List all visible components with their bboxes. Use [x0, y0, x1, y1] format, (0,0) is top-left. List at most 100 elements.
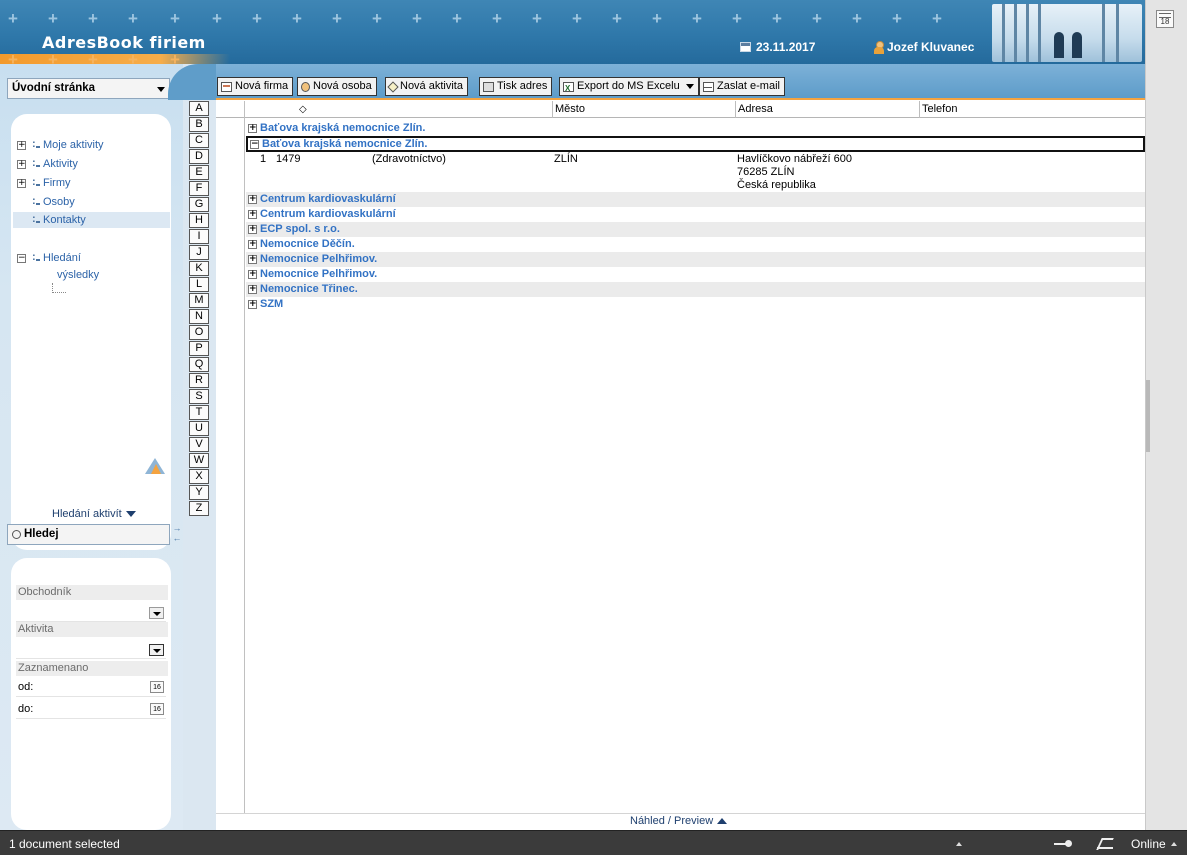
new-activity-button[interactable]: Nová aktivita — [385, 77, 468, 96]
collapse-icon[interactable]: − — [17, 253, 26, 263]
new-person-button[interactable]: Nová osoba — [297, 77, 377, 96]
calendar-icon[interactable]: 16 — [150, 681, 164, 693]
expand-icon[interactable]: + — [248, 300, 257, 309]
group-row-selected[interactable]: − Baťova krajská nemocnice Zlín. — [246, 136, 1145, 152]
expand-icon[interactable]: + — [17, 178, 26, 188]
letter-button-x[interactable]: X — [189, 469, 209, 484]
column-header-sort[interactable]: ◇ — [244, 101, 554, 118]
letter-button-n[interactable]: N — [189, 309, 209, 324]
print-addresses-label: Tisk adres — [497, 80, 548, 92]
tree-item-search[interactable]: − Hledání — [17, 249, 81, 266]
column-header-address[interactable]: Adresa — [735, 101, 919, 118]
letter-button-i[interactable]: I — [189, 229, 209, 244]
letter-button-o[interactable]: O — [189, 325, 209, 340]
letter-button-s[interactable]: S — [189, 389, 209, 404]
tree-item-results[interactable]: výsledky — [57, 267, 99, 283]
tree-item-companies[interactable]: + Firmy — [17, 174, 71, 191]
letter-button-d[interactable]: D — [189, 149, 209, 164]
signature-icon[interactable] — [1097, 838, 1115, 850]
expand-icon[interactable]: + — [248, 285, 257, 294]
expand-icon[interactable]: + — [248, 210, 257, 219]
letter-button-w[interactable]: W — [189, 453, 209, 468]
group-row[interactable]: + Nemocnice Pelhřimov. — [246, 252, 1145, 267]
tree-item-persons[interactable]: Osoby — [17, 193, 75, 210]
letter-button-q[interactable]: Q — [189, 357, 209, 372]
letter-button-h[interactable]: H — [189, 213, 209, 228]
letter-button-y[interactable]: Y — [189, 485, 209, 500]
decor-plus-icon: + — [692, 9, 702, 28]
group-row[interactable]: + Centrum kardiovaskulární — [246, 192, 1145, 207]
sort-icon: ◇ — [299, 104, 307, 115]
group-row[interactable]: + Nemocnice Třinec. — [246, 282, 1145, 297]
print-addresses-button[interactable]: Tisk adres — [479, 77, 553, 96]
calendar-icon[interactable]: 16 — [150, 703, 164, 715]
group-row[interactable]: + SZM — [246, 297, 1145, 312]
activity-select[interactable] — [16, 642, 166, 659]
group-row[interactable]: + Nemocnice Děčín. — [246, 237, 1145, 252]
group-row[interactable]: + Nemocnice Pelhřimov. — [246, 267, 1145, 282]
expand-icon[interactable]: + — [17, 140, 26, 150]
letter-button-m[interactable]: M — [189, 293, 209, 308]
letter-button-l[interactable]: L — [189, 277, 209, 292]
expand-icon[interactable]: + — [248, 255, 257, 264]
letter-button-g[interactable]: G — [189, 197, 209, 212]
tree-item-contacts[interactable]: Kontakty — [13, 211, 170, 228]
view-select[interactable]: Úvodní stránka — [7, 78, 170, 99]
chevron-down-icon[interactable] — [685, 84, 694, 89]
letter-button-v[interactable]: V — [189, 437, 209, 452]
tree-item-activities[interactable]: + Aktivity — [17, 155, 78, 172]
detail-number[interactable]: 1479 — [276, 153, 300, 166]
letter-button-j[interactable]: J — [189, 245, 209, 260]
letter-button-z[interactable]: Z — [189, 501, 209, 516]
expand-icon[interactable]: + — [248, 195, 257, 204]
expand-icon[interactable]: + — [248, 240, 257, 249]
tree-item-label: Aktivity — [43, 158, 78, 170]
group-row[interactable]: + ECP spol. s r.o. — [246, 222, 1145, 237]
group-row[interactable]: + Baťova krajská nemocnice Zlín. — [246, 121, 1145, 136]
search-activities-toggle[interactable]: Hledání aktivít — [52, 508, 136, 520]
letter-button-c[interactable]: C — [189, 133, 209, 148]
calendar-icon[interactable]: 18 — [1156, 10, 1174, 28]
decor-plus-icon: + — [572, 9, 582, 28]
chevron-down-icon[interactable] — [149, 644, 164, 656]
chevron-down-icon[interactable] — [149, 607, 164, 619]
letter-button-f[interactable]: F — [189, 181, 209, 196]
group-row[interactable]: + Centrum kardiovaskulární — [246, 207, 1145, 222]
decor-plus-icon: + — [252, 9, 262, 28]
letter-button-k[interactable]: K — [189, 261, 209, 276]
new-company-button[interactable]: Nová firma — [217, 77, 294, 96]
letter-button-a[interactable]: A — [189, 101, 209, 116]
expand-icon[interactable]: + — [248, 225, 257, 234]
triangle-up-icon[interactable] — [956, 842, 962, 846]
column-header-phone[interactable]: Telefon — [919, 101, 1145, 118]
current-user[interactable]: Jozef Kluvanec — [873, 40, 974, 54]
expand-icon[interactable]: + — [248, 270, 257, 279]
letter-button-e[interactable]: E — [189, 165, 209, 180]
online-status[interactable]: Online — [1131, 837, 1177, 851]
decor-plus-icon: + — [372, 9, 382, 28]
letter-button-r[interactable]: R — [189, 373, 209, 388]
merchant-select[interactable] — [16, 605, 166, 622]
tree-item-my-activities[interactable]: + Moje aktivity — [17, 136, 104, 153]
right-rail: 18 — [1145, 0, 1187, 830]
expand-icon[interactable]: + — [17, 159, 26, 169]
export-excel-button[interactable]: Export do MS Excelu — [559, 77, 699, 97]
letter-button-p[interactable]: P — [189, 341, 209, 356]
date-to-field[interactable]: do: 16 — [16, 700, 166, 719]
key-icon[interactable] — [1054, 840, 1074, 848]
collapse-icon[interactable]: − — [250, 139, 259, 149]
search-select[interactable]: Hledej — [7, 524, 170, 545]
preview-toggle[interactable]: Náhled / Preview — [630, 815, 728, 827]
date-from-field[interactable]: od: 16 — [16, 678, 166, 697]
tag-icon — [387, 80, 399, 93]
letter-button-t[interactable]: T — [189, 405, 209, 420]
decor-plus-icon: + — [88, 9, 98, 28]
letter-button-b[interactable]: B — [189, 117, 209, 132]
column-header-city[interactable]: Město — [552, 101, 735, 118]
collapse-arrows-icon[interactable]: →← — [172, 523, 182, 545]
group-label: ECP spol. s r.o. — [260, 223, 340, 235]
splitter-handle[interactable] — [1146, 380, 1150, 452]
letter-button-u[interactable]: U — [189, 421, 209, 436]
send-email-button[interactable]: Zaslat e-mail — [699, 77, 785, 96]
expand-icon[interactable]: + — [248, 124, 257, 133]
